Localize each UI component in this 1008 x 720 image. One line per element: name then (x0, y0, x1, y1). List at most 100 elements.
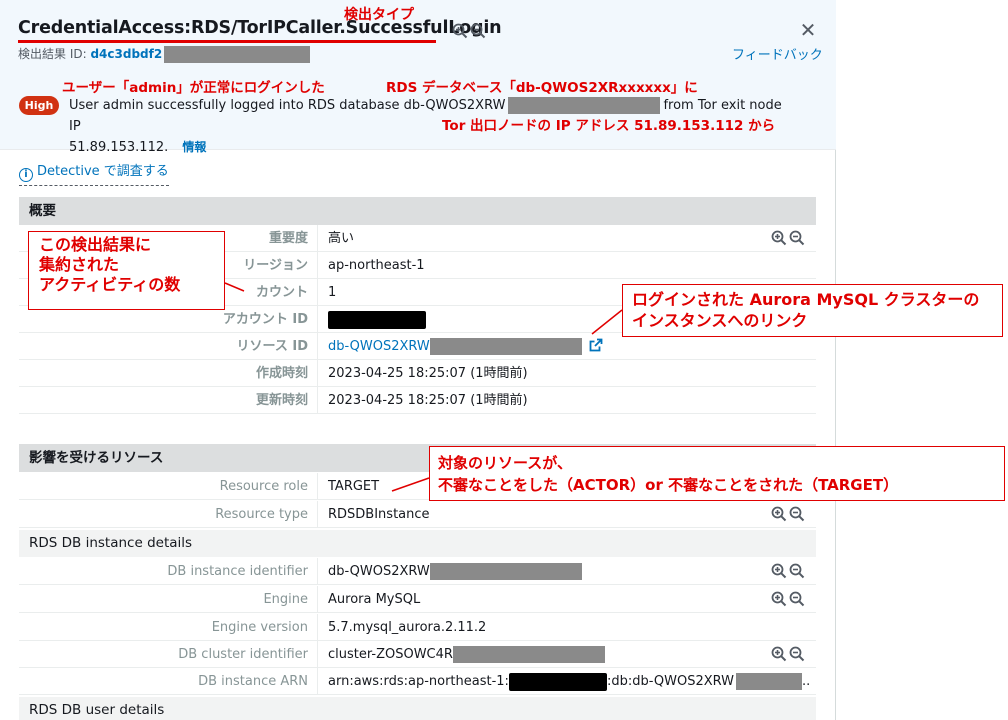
column-divider (317, 279, 318, 306)
zoom-in-icon[interactable] (771, 563, 787, 579)
callout-line: この検出結果に (39, 235, 152, 254)
close-icon[interactable]: ✕ (798, 20, 818, 40)
row-label: DB cluster identifier (178, 647, 308, 662)
column-divider (317, 473, 318, 500)
zoom-in-icon[interactable] (771, 646, 787, 662)
row-value (328, 306, 426, 333)
annotation-user-login: ユーザー「admin」が正常にログインした (62, 80, 325, 96)
title-zoom-controls (452, 23, 486, 39)
annotation-role-callout: 対象のリソースが、 不審なことをした（ACTOR）or 不審なことをされた（TA… (429, 446, 1005, 501)
column-divider (317, 252, 318, 279)
annotation-finding-type: 検出タイプ (344, 7, 414, 23)
row-zoom-controls (771, 563, 805, 579)
db-cluster-identifier-row: DB cluster identifier cluster-ZOSOWC4R (19, 641, 816, 668)
row-label: Resource type (215, 507, 308, 522)
zoom-out-icon[interactable] (470, 23, 486, 39)
zoom-in-icon[interactable] (771, 230, 787, 246)
redacted-block (164, 46, 311, 63)
overview-row-updated: 更新時刻 2023-04-25 18:25:07 (1時間前) (19, 387, 816, 414)
column-divider (317, 387, 318, 414)
detective-investigate-link[interactable]: i Detective で調査する (19, 160, 169, 186)
row-label: Engine version (211, 620, 308, 635)
callout-line: インスタンスへのリンク (632, 311, 808, 330)
severity-badge: High (19, 96, 59, 115)
row-value: TARGET (328, 479, 380, 494)
column-divider (317, 586, 318, 613)
annotation-link-callout: ログインされた Aurora MySQL クラスターの インスタンスへのリンク (622, 284, 1003, 337)
callout-line: 集約された (39, 255, 120, 274)
row-value: ap-northeast-1 (328, 258, 425, 273)
finding-details-panel: CredentialAccess:RDS/TorIPCaller.Success… (0, 0, 836, 720)
row-value: 1 (328, 285, 337, 300)
zoom-out-icon[interactable] (789, 506, 805, 522)
callout-line: 不審なことをした（ACTOR）or 不審なことをされた（TARGET） (438, 476, 899, 494)
row-value: arn:aws:rds:ap-northeast-1::db:db-QWOS2X… (328, 668, 810, 695)
db-instance-identifier-value: db-QWOS2XRW (328, 564, 430, 579)
column-divider (317, 360, 318, 387)
column-divider (317, 614, 318, 641)
row-zoom-controls (771, 591, 805, 607)
feedback-link[interactable]: フィードバック (732, 44, 823, 63)
row-value: db-QWOS2XRW (328, 558, 582, 585)
external-link-icon[interactable] (589, 338, 603, 352)
resource-id-link[interactable]: db-QWOS2XRW (328, 339, 430, 354)
finding-id-label: 検出結果 ID: (18, 47, 87, 61)
column-divider (317, 668, 318, 695)
row-value: 5.7.mysql_aurora.2.11.2 (328, 620, 487, 635)
rds-instance-details-header[interactable]: RDS DB instance details (19, 530, 816, 557)
column-divider (317, 333, 318, 360)
redacted-block (429, 338, 582, 355)
summary-ip: 51.89.153.112. (69, 140, 169, 155)
redacted-block (429, 563, 582, 580)
row-value: 2023-04-25 18:25:07 (1時間前) (328, 393, 528, 408)
row-value: 2023-04-25 18:25:07 (1時間前) (328, 366, 528, 381)
row-label: DB instance identifier (167, 564, 308, 579)
row-label: カウント (255, 285, 308, 300)
callout-line: ログインされた Aurora MySQL クラスターの (632, 290, 980, 309)
db-instance-identifier-row: DB instance identifier db-QWOS2XRW (19, 558, 816, 585)
annotation-tor-ip: Tor 出口ノードの IP アドレス 51.89.153.112 から (442, 118, 776, 134)
detective-link-label: Detective で調査する (37, 164, 169, 179)
column-divider (317, 306, 318, 333)
row-label: リージョン (243, 258, 308, 273)
redacted-block (508, 97, 661, 114)
row-zoom-controls (771, 506, 805, 522)
resource-type-row: Resource type RDSDBInstance (19, 501, 816, 528)
finding-id-value[interactable]: d4c3dbdf2 (90, 47, 162, 61)
column-divider (317, 225, 318, 252)
callout-line: アクティビティの数 (39, 275, 181, 294)
zoom-in-icon[interactable] (771, 591, 787, 607)
zoom-out-icon[interactable] (789, 646, 805, 662)
row-label: Resource role (219, 479, 308, 494)
summary-text-start: User admin successfully logged into RDS … (69, 98, 506, 113)
rds-user-details-header[interactable]: RDS DB user details (19, 697, 816, 720)
zoom-out-icon[interactable] (789, 591, 805, 607)
overview-section-header[interactable]: 概要 (19, 197, 816, 225)
info-link[interactable]: 情報 (182, 140, 206, 154)
redacted-block (452, 646, 605, 663)
annotation-underline (18, 40, 436, 43)
row-value: cluster-ZOSOWC4R (328, 641, 605, 668)
engine-version-row: Engine version 5.7.mysql_aurora.2.11.2 (19, 614, 816, 641)
db-instance-arn-row: DB instance ARN arn:aws:rds:ap-northeast… (19, 668, 816, 695)
row-label: DB instance ARN (198, 674, 308, 689)
zoom-in-icon[interactable] (452, 23, 468, 39)
arn-suffix: .. (801, 674, 811, 689)
finding-id: 検出結果 ID: d4c3dbdf2 (18, 45, 311, 63)
row-label: 重要度 (268, 231, 308, 246)
engine-row: Engine Aurora MySQL (19, 586, 816, 613)
zoom-out-icon[interactable] (789, 563, 805, 579)
column-divider (317, 558, 318, 585)
arn-mid: :db:db-QWOS2XRW (606, 674, 734, 689)
annotation-count-callout: この検出結果に 集約された アクティビティの数 (28, 231, 225, 310)
row-label: 作成時刻 (255, 366, 308, 381)
overview-row-resource-id: リソース ID db-QWOS2XRW (19, 333, 816, 360)
zoom-in-icon[interactable] (771, 506, 787, 522)
row-label: リソース ID (236, 339, 308, 354)
row-label: アカウント ID (222, 312, 308, 327)
column-divider (317, 641, 318, 668)
column-divider (317, 501, 318, 528)
db-cluster-identifier-value: cluster-ZOSOWC4R (328, 647, 453, 662)
zoom-out-icon[interactable] (789, 230, 805, 246)
redacted-account-id (328, 310, 426, 329)
